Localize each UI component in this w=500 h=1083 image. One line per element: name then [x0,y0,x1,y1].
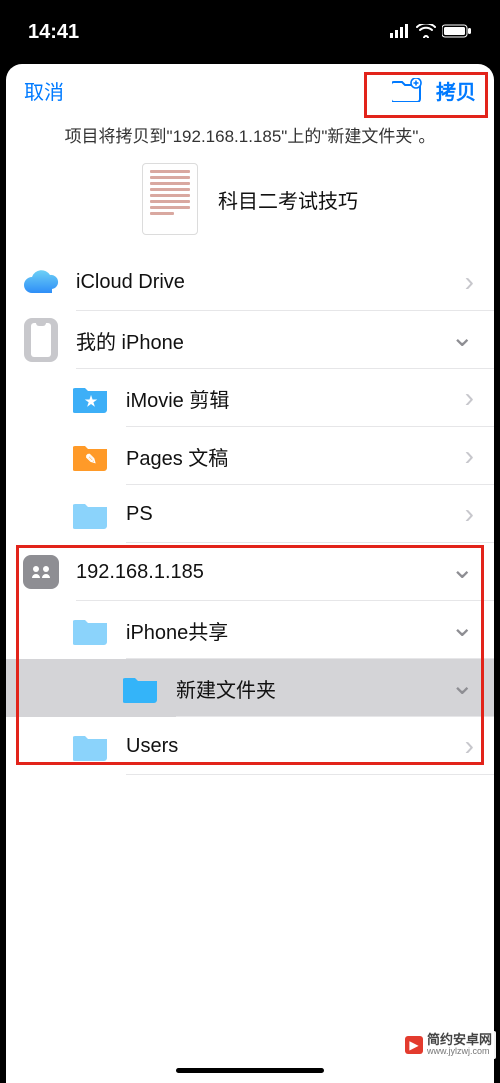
location-my-iphone[interactable]: 我的 iPhone [6,311,494,369]
row-label: Pages 文稿 [126,442,465,471]
folder-new-folder[interactable]: 新建文件夹 [6,659,494,717]
folder-users[interactable]: Users [6,717,494,775]
row-label: Users [126,735,465,758]
watermark-title: 简约安卓网 [427,1033,492,1047]
icloud-icon [22,269,60,295]
wifi-icon [416,21,436,44]
chevron-down-icon [451,677,474,700]
folder-icon [73,615,109,645]
folder-icon: ★ [73,383,109,413]
row-label: iMovie 剪辑 [126,384,465,413]
location-list: iCloud Drive 我的 iPhone ★ iMovie 剪辑 [6,253,494,1083]
cancel-button[interactable]: 取消 [24,76,64,105]
new-folder-button[interactable] [392,78,422,102]
home-indicator[interactable] [176,1068,324,1073]
folder-pages[interactable]: ✎ Pages 文稿 [6,427,494,485]
item-preview: 科目二考试技巧 [6,163,494,235]
row-label: 192.168.1.185 [76,561,451,584]
folder-icon [73,731,109,761]
folder-ps[interactable]: PS [6,485,494,543]
signal-icon [390,21,410,44]
battery-icon [442,21,472,44]
sheet-header: 取消 拷贝 [6,64,494,116]
chevron-right-icon [465,498,474,530]
row-label: iCloud Drive [76,271,465,294]
folder-icon [73,499,109,529]
iphone-icon [24,318,58,362]
row-label: 我的 iPhone [76,326,451,355]
document-thumbnail-icon [142,163,198,235]
folder-icon [123,673,159,703]
chevron-right-icon [465,382,474,414]
chevron-right-icon [465,730,474,762]
copy-destination-text: 项目将拷贝到"192.168.1.185"上的"新建文件夹"。 [6,116,494,157]
copy-button[interactable]: 拷贝 [436,76,476,105]
row-label: 新建文件夹 [176,674,451,703]
chevron-right-icon [465,266,474,298]
server-icon [23,555,59,589]
chevron-down-icon [451,329,474,352]
status-time: 14:41 [28,21,79,44]
location-server[interactable]: 192.168.1.185 [6,543,494,601]
status-bar: 14:41 [0,0,500,64]
chevron-down-icon [451,619,474,642]
item-title: 科目二考试技巧 [218,185,358,214]
location-icloud[interactable]: iCloud Drive [6,253,494,311]
copy-sheet: 取消 拷贝 项目将拷贝到"192.168.1.185"上的"新建文件夹"。 科目… [6,64,494,1083]
folder-iphone-share[interactable]: iPhone共享 [6,601,494,659]
watermark-logo-icon: ▶ [405,1036,423,1054]
row-label: PS [126,503,465,526]
watermark: ▶ 简约安卓网 www.jylzwj.com [401,1031,496,1059]
row-label: iPhone共享 [126,616,451,645]
status-icons [390,21,472,44]
chevron-down-icon [451,561,474,584]
chevron-right-icon [465,440,474,472]
folder-icon: ✎ [73,441,109,471]
folder-imovie[interactable]: ★ iMovie 剪辑 [6,369,494,427]
watermark-url: www.jylzwj.com [427,1047,492,1057]
